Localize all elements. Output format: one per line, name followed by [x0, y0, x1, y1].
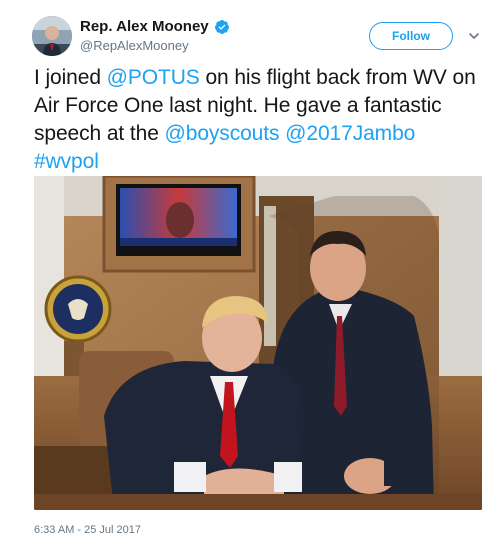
tweet-timestamp[interactable]: 6:33 AM - 25 Jul 2017 [34, 524, 141, 536]
tweet-link[interactable]: @POTUS [107, 66, 200, 89]
tweet-text: I joined @POTUS on his flight back from … [34, 64, 484, 176]
author-handle[interactable]: @RepAlexMooney [80, 38, 230, 53]
author-info: Rep. Alex Mooney @RepAlexMooney [80, 18, 230, 53]
tweet-header: Rep. Alex Mooney @RepAlexMooney Follow [32, 16, 482, 60]
air-force-one-photo [34, 176, 482, 510]
author-display-name[interactable]: Rep. Alex Mooney [80, 18, 209, 35]
tweet-photo[interactable] [34, 176, 482, 510]
author-avatar[interactable] [32, 16, 72, 56]
tweet-link[interactable]: @2017Jambo [285, 122, 415, 145]
follow-button[interactable]: Follow [369, 22, 453, 50]
tweet-link[interactable]: @boyscouts [165, 122, 280, 145]
verified-badge-icon [214, 19, 229, 34]
tweet-link[interactable]: #wvpol [34, 150, 99, 173]
chevron-down-icon[interactable] [468, 30, 480, 42]
tweet-text-segment: I joined [34, 66, 107, 89]
